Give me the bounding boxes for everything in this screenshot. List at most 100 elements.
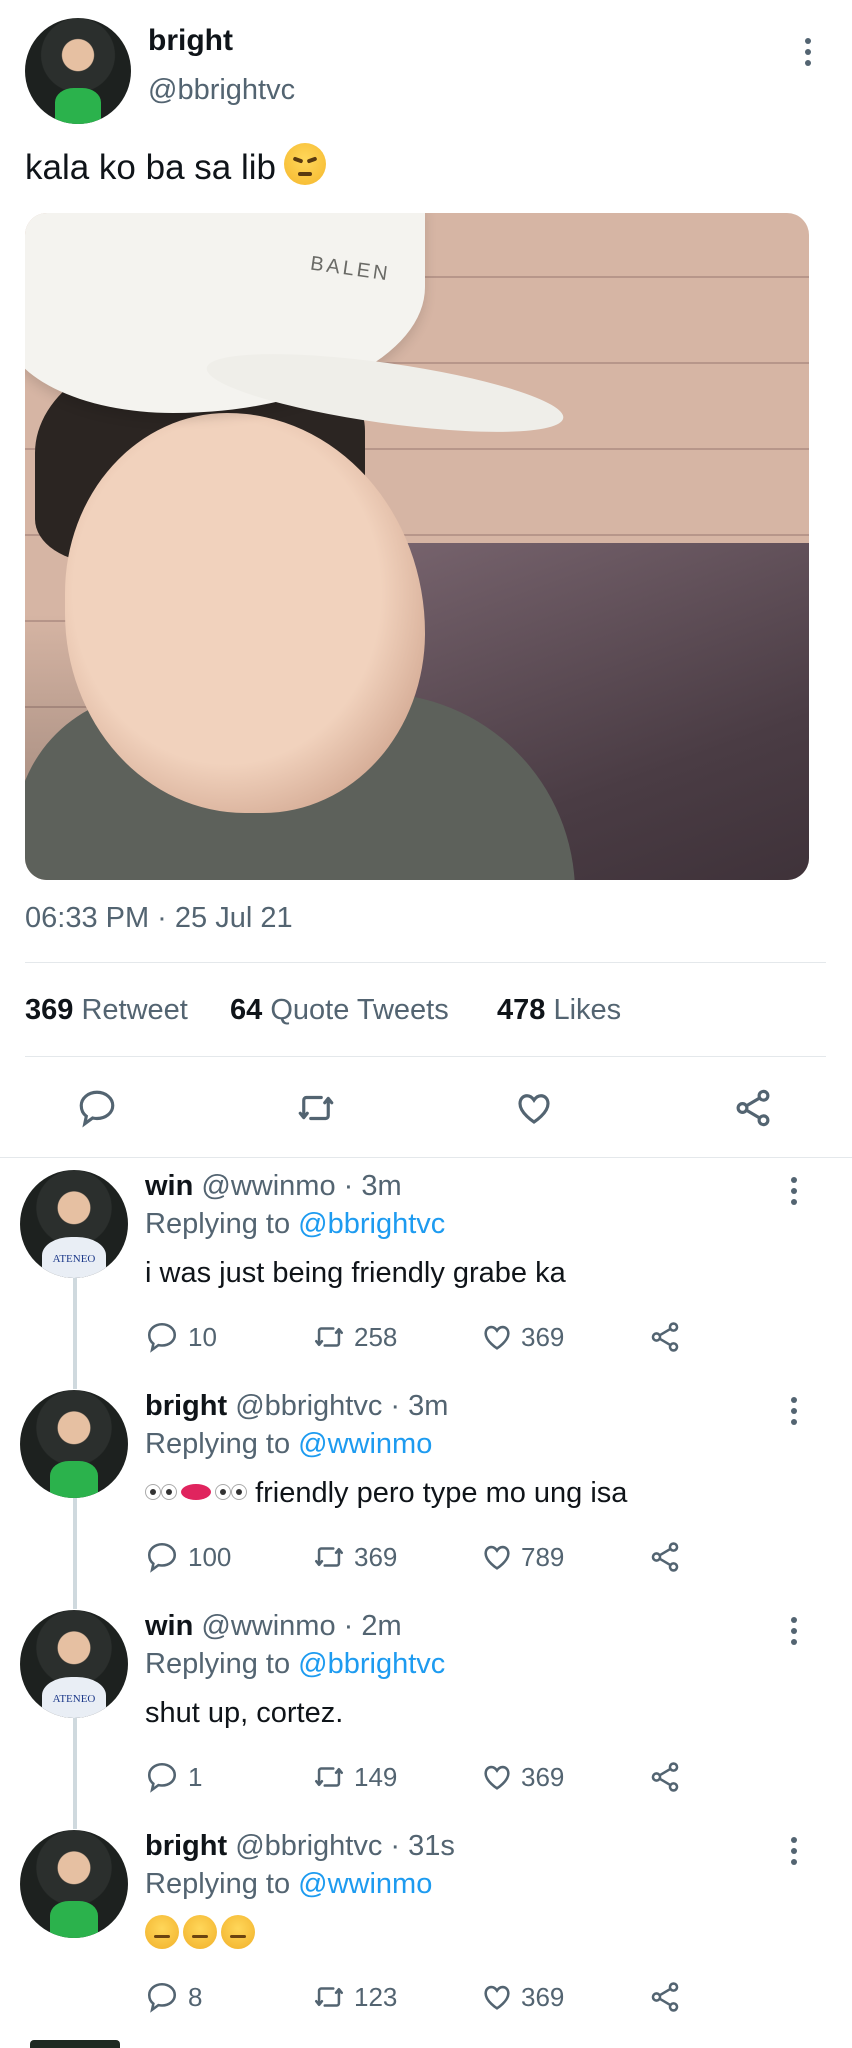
more-icon[interactable] (791, 1837, 797, 1870)
reply-handle[interactable]: @wwinmo (201, 1610, 335, 1642)
like-count: 369 (521, 1982, 565, 2012)
reply-header: bright @bbrightvc · 3m (145, 1390, 448, 1423)
reply-name[interactable]: bright (145, 1390, 227, 1422)
thread-line (73, 1277, 77, 1389)
reply-avatar[interactable] (20, 1830, 128, 1938)
like-icon[interactable] (480, 1320, 514, 1354)
replying-to: Replying to @wwinmo (145, 1868, 432, 1901)
reply-avatar[interactable] (20, 1390, 128, 1498)
reply-text: shut up, cortez. (145, 1697, 344, 1729)
tweet-photo[interactable]: BALEN (25, 213, 809, 880)
reply-name[interactable]: bright (145, 1830, 227, 1862)
reply-handle[interactable]: @bbrightvc (235, 1830, 382, 1862)
author-display-name[interactable]: bright (148, 24, 233, 58)
retweet-icon[interactable] (310, 1760, 348, 1794)
like-count: 789 (521, 1542, 565, 1572)
like-count: 369 (521, 1322, 565, 1352)
replying-to: Replying to @bbrightvc (145, 1648, 445, 1681)
reply-avatar[interactable]: ATENEO (20, 1170, 128, 1278)
more-icon[interactable] (791, 1617, 797, 1650)
reply-time: · 3m (343, 1170, 402, 1202)
like-count: 369 (521, 1762, 565, 1792)
drooling-emoji-icon (183, 1915, 217, 1949)
like-icon[interactable] (480, 1760, 514, 1794)
retweet-count: 369 (25, 994, 74, 1026)
drooling-emoji-icon (221, 1915, 255, 1949)
reply-time: · 31s (390, 1830, 455, 1862)
replying-label: Replying to (145, 1648, 291, 1680)
retweet-icon[interactable] (310, 1980, 348, 2014)
reply-icon[interactable] (75, 1087, 119, 1129)
likes-label: Likes (553, 994, 622, 1026)
reply-header: win @wwinmo · 3m (145, 1170, 402, 1203)
like-icon[interactable] (480, 1980, 514, 2014)
reply-handle[interactable]: @wwinmo (201, 1170, 335, 1202)
jersey-text: ATENEO (52, 1692, 96, 1705)
reply-icon[interactable] (145, 1760, 179, 1794)
more-icon[interactable] (791, 1177, 797, 1210)
replying-to: Replying to @bbrightvc (145, 1208, 445, 1241)
lips-emoji-icon (181, 1484, 211, 1500)
tweet-text-body: kala ko ba sa lib (25, 148, 276, 187)
reply-count: 8 (188, 1982, 203, 2012)
share-icon[interactable] (648, 1540, 682, 1574)
share-icon[interactable] (648, 1760, 682, 1794)
author-handle[interactable]: @bbrightvc (148, 74, 295, 107)
retweet-label: Retweet (81, 994, 188, 1026)
tweet-timestamp[interactable]: 06:33 PM · 25 Jul 21 (25, 902, 293, 935)
reply-handle[interactable]: @bbrightvc (235, 1390, 382, 1422)
retweet-count: 149 (354, 1762, 398, 1792)
reply-header: win @wwinmo · 2m (145, 1610, 402, 1643)
retweet-icon[interactable] (310, 1320, 348, 1354)
retweet-count: 369 (354, 1542, 398, 1572)
retweet-count: 258 (354, 1322, 398, 1352)
retweet-icon[interactable] (310, 1540, 348, 1574)
reply-avatar[interactable]: ATENEO (20, 1610, 128, 1718)
like-icon[interactable] (512, 1087, 556, 1129)
next-avatar-partial (30, 2040, 120, 2048)
reply-time: · 2m (343, 1610, 402, 1642)
divider (0, 1157, 852, 1158)
more-icon[interactable] (791, 1397, 797, 1430)
reply-name[interactable]: win (145, 1170, 193, 1202)
reply-text: i was just being friendly grabe ka (145, 1257, 566, 1289)
replying-label: Replying to (145, 1428, 291, 1460)
share-icon[interactable] (731, 1087, 775, 1129)
replying-to: Replying to @wwinmo (145, 1428, 432, 1461)
author-avatar[interactable] (25, 18, 131, 124)
reply-count: 10 (188, 1322, 217, 1352)
reply-name[interactable]: win (145, 1610, 193, 1642)
like-icon[interactable] (480, 1540, 514, 1574)
more-icon[interactable] (805, 38, 811, 71)
share-icon[interactable] (648, 1980, 682, 2014)
quote-count: 64 (230, 994, 263, 1026)
replying-to-handle[interactable]: @wwinmo (298, 1428, 432, 1460)
retweet-stat[interactable]: 369 Retweet (25, 994, 188, 1027)
reply-text: friendly pero type mo ung isa (255, 1477, 628, 1509)
replying-to-handle[interactable]: @bbrightvc (298, 1648, 445, 1680)
reply-header: bright @bbrightvc · 31s (145, 1830, 455, 1863)
quote-tweets-stat[interactable]: 64 Quote Tweets (230, 994, 449, 1027)
eyes-emoji-icon (145, 1482, 177, 1500)
tweet-text: kala ko ba sa lib (25, 143, 326, 188)
jersey-text: ATENEO (52, 1252, 96, 1265)
reply-text-row: friendly pero type mo ung isa (145, 1477, 627, 1510)
reply-emoji-row (145, 1915, 259, 1954)
replying-to-handle[interactable]: @bbrightvc (298, 1208, 445, 1240)
replying-to-handle[interactable]: @wwinmo (298, 1868, 432, 1900)
divider (25, 962, 826, 963)
retweet-icon[interactable] (293, 1087, 339, 1129)
share-icon[interactable] (648, 1320, 682, 1354)
reply-icon[interactable] (145, 1540, 179, 1574)
retweet-count: 123 (354, 1982, 398, 2012)
reply-count: 1 (188, 1762, 203, 1792)
reply-icon[interactable] (145, 1320, 179, 1354)
likes-stat[interactable]: 478 Likes (497, 994, 621, 1027)
reply-count: 100 (188, 1542, 232, 1572)
reply-time: · 3m (390, 1390, 449, 1422)
thread-line (73, 1497, 77, 1609)
replying-label: Replying to (145, 1868, 291, 1900)
reply-icon[interactable] (145, 1980, 179, 2014)
thread-line (73, 1717, 77, 1829)
eyes-emoji-icon (215, 1482, 247, 1500)
